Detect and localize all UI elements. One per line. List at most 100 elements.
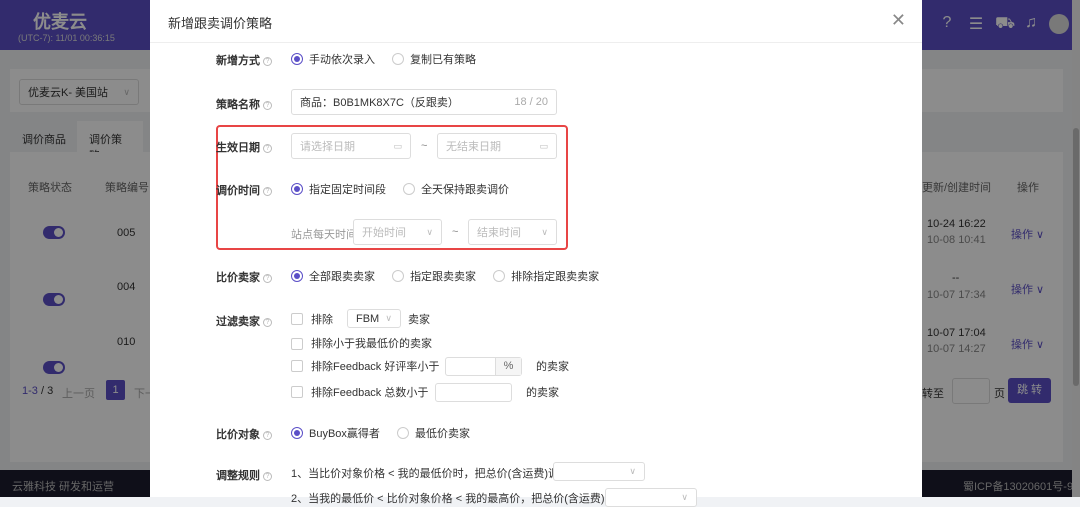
filter-rating-row: 排除Feedback 好评率小于 % 的卖家 xyxy=(291,356,569,376)
calendar-icon: ▭ xyxy=(539,140,548,151)
sellers-group: 全部跟卖卖家 指定跟卖卖家 排除指定跟卖卖家 xyxy=(291,268,613,285)
radio-icon xyxy=(493,270,506,282)
option-label: 排除Feedback 好评率小于 xyxy=(311,361,440,373)
help-icon[interactable]: ? xyxy=(263,186,272,196)
help-icon[interactable]: ? xyxy=(263,471,272,481)
daily-time-label: 站点每天时间 xyxy=(291,229,357,241)
radio-manual[interactable]: 手动依次录入 xyxy=(291,51,375,67)
placeholder: 结束时间 xyxy=(477,227,521,239)
end-time-select[interactable]: 结束时间 ∨ xyxy=(468,219,557,245)
select-value: FBM xyxy=(356,312,380,325)
filter-fbm-row: 排除 FBM ∨ 卖家 xyxy=(291,309,430,328)
radio-icon xyxy=(403,183,416,195)
label-text: 比价对象 xyxy=(216,429,260,441)
option-label: 全天保持跟卖调价 xyxy=(421,184,510,196)
radio-icon xyxy=(291,53,303,65)
checkbox[interactable] xyxy=(291,386,303,398)
add-mode-label: 新增方式? xyxy=(202,52,272,68)
option-label: 排除指定跟卖卖家 xyxy=(511,271,600,283)
label-text: 过滤卖家 xyxy=(216,316,260,328)
help-icon[interactable]: ? xyxy=(263,317,272,327)
option-label: 排除小于我最低价的卖家 xyxy=(311,338,432,350)
help-icon[interactable]: ? xyxy=(263,100,272,110)
filter-below-min-row[interactable]: 排除小于我最低价的卖家 xyxy=(291,335,432,351)
modal-title: 新增跟卖调价策略 xyxy=(168,16,273,31)
strategy-name-input[interactable]: 商品：B0B1MK8X7C（反跟卖） 18 / 20 xyxy=(291,89,557,115)
label-text: 新增方式 xyxy=(216,55,260,67)
option-label: 最低价卖家 xyxy=(414,428,470,440)
chevron-down-icon: ∨ xyxy=(629,466,636,476)
target-label: 比价对象? xyxy=(202,426,272,442)
seller-text: 的卖家 xyxy=(526,387,559,399)
sellers-label: 比价卖家? xyxy=(202,269,272,285)
option-label: 排除Feedback 总数小于 xyxy=(311,387,429,399)
close-icon[interactable]: ✕ xyxy=(891,10,906,31)
option-label: 排除 xyxy=(311,313,333,326)
help-icon[interactable]: ? xyxy=(263,56,272,66)
placeholder: 开始时间 xyxy=(362,227,406,239)
label-text: 调整规则 xyxy=(216,470,260,482)
rule-1-select[interactable]: ∨ xyxy=(553,462,645,481)
label-text: 比价卖家 xyxy=(216,272,260,284)
percent-addon: % xyxy=(495,357,521,375)
target-group: BuyBox赢得者 最低价卖家 xyxy=(291,425,484,442)
radio-specified-sellers[interactable]: 指定跟卖卖家 xyxy=(392,268,476,284)
calendar-icon: ▭ xyxy=(393,140,402,151)
placeholder: 请选择日期 xyxy=(300,141,355,153)
option-label: 全部跟卖卖家 xyxy=(309,271,375,283)
help-icon[interactable]: ? xyxy=(263,143,272,153)
char-count: 18 / 20 xyxy=(514,96,548,108)
filter-count-row: 排除Feedback 总数小于 的卖家 xyxy=(291,382,559,402)
option-label: 手动依次录入 xyxy=(309,54,375,66)
checkbox[interactable] xyxy=(291,360,303,372)
seller-text: 的卖家 xyxy=(536,361,569,373)
option-label: BuyBox赢得者 xyxy=(309,428,380,440)
rule-1-text: 1、当比价对象价格 < 我的最低价时，把总价(含运费)调至 xyxy=(291,468,570,480)
radio-icon xyxy=(291,270,303,282)
radio-all-sellers[interactable]: 全部跟卖卖家 xyxy=(291,268,375,284)
help-icon[interactable]: ? xyxy=(263,273,272,283)
help-icon[interactable]: ? xyxy=(263,430,272,440)
label-text: 生效日期 xyxy=(216,142,260,154)
end-date-input[interactable]: 无结束日期 ▭ xyxy=(437,133,557,159)
chevron-down-icon: ∨ xyxy=(385,313,392,323)
count-input[interactable] xyxy=(435,382,512,402)
input-value: 商品：B0B1MK8X7C（反跟卖） xyxy=(300,97,459,109)
radio-icon xyxy=(291,427,303,439)
chevron-down-icon: ∨ xyxy=(426,226,433,237)
time-group: 指定固定时间段 全天保持跟卖调价 xyxy=(291,181,523,198)
rule-2-select[interactable]: ∨ xyxy=(605,488,697,507)
date-label: 生效日期? xyxy=(202,139,272,155)
rules-label: 调整规则? xyxy=(202,467,272,483)
time-label: 调价时间? xyxy=(202,182,272,198)
radio-icon xyxy=(291,183,303,195)
name-label: 策略名称? xyxy=(202,96,272,112)
radio-lowest[interactable]: 最低价卖家 xyxy=(396,425,470,441)
checkbox[interactable] xyxy=(291,312,303,325)
rule-2-text: 2、当我的最低价 < 比价对象价格 < 我的最高价，把总价(含运费)调至 xyxy=(291,493,627,505)
option-label: 指定跟卖卖家 xyxy=(410,271,477,283)
filter-label: 过滤卖家? xyxy=(202,313,272,329)
radio-exclude-sellers[interactable]: 排除指定跟卖卖家 xyxy=(493,268,599,284)
radio-buybox[interactable]: BuyBox赢得者 xyxy=(291,425,380,441)
radio-icon xyxy=(392,53,405,65)
chevron-down-icon: ∨ xyxy=(681,492,688,502)
add-mode-group: 手动依次录入 复制已有策略 xyxy=(291,51,490,68)
radio-fixed-period[interactable]: 指定固定时间段 xyxy=(291,181,386,197)
option-label: 复制已有策略 xyxy=(410,54,477,66)
seller-text: 卖家 xyxy=(408,313,430,326)
start-date-input[interactable]: 请选择日期 ▭ xyxy=(291,133,411,159)
date-sep: ~ xyxy=(421,140,428,152)
radio-all-day[interactable]: 全天保持跟卖调价 xyxy=(403,181,509,197)
radio-icon xyxy=(396,427,409,439)
fulfillment-select[interactable]: FBM ∨ xyxy=(347,309,401,328)
option-label: 指定固定时间段 xyxy=(309,184,386,196)
rating-input[interactable]: % xyxy=(445,356,522,376)
start-time-select[interactable]: 开始时间 ∨ xyxy=(353,219,442,245)
checkbox[interactable] xyxy=(291,338,303,351)
time-sep: ~ xyxy=(452,226,459,238)
radio-copy[interactable]: 复制已有策略 xyxy=(392,51,476,67)
radio-icon xyxy=(392,270,405,282)
placeholder: 无结束日期 xyxy=(446,141,501,153)
chevron-down-icon: ∨ xyxy=(541,226,548,237)
